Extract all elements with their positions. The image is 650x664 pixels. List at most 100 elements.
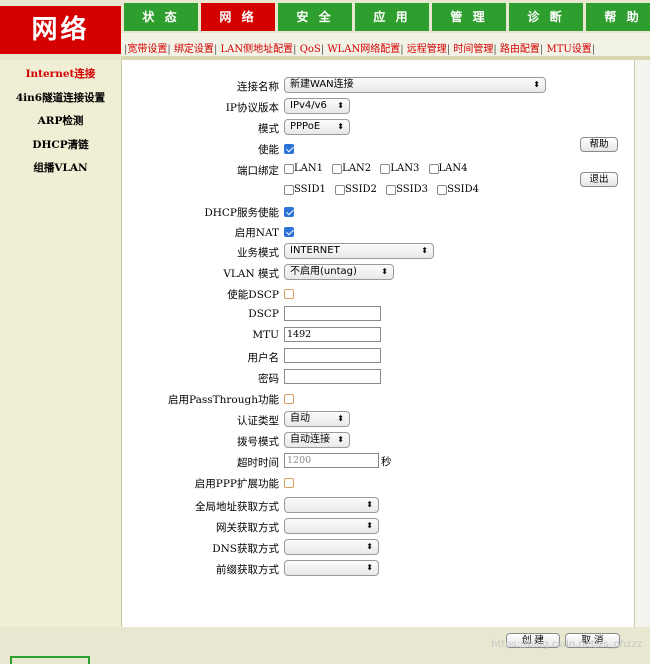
row-global-addr: 全局地址获取方式 ⬍ bbox=[122, 496, 636, 516]
tab-application[interactable]: 应 用 bbox=[355, 3, 429, 31]
ssid1-checkbox[interactable] bbox=[284, 184, 294, 195]
row-dhcp-enable: DHCP服务使能 bbox=[122, 202, 636, 222]
sidebar-item-arp[interactable]: ARP检测 bbox=[0, 110, 121, 134]
row-vlan-mode: VLAN 模式 不启用(untag) ⬍ bbox=[122, 263, 636, 283]
sidebar-item-internet[interactable]: Internet连接 bbox=[0, 63, 121, 87]
row-dial-mode: 拨号模式 自动连接 ⬍ bbox=[122, 431, 636, 451]
subnav-time[interactable]: 时间管理 bbox=[453, 44, 493, 55]
main-tabs: 状 态 网 络 安 全 应 用 管 理 诊 断 帮 助 bbox=[124, 3, 650, 31]
enable-label: 使能 bbox=[258, 144, 279, 156]
watermark-text: https://blog.csdn.net/zs_phzzz bbox=[491, 639, 642, 650]
lan1-checkbox[interactable] bbox=[284, 163, 294, 174]
subnav-route[interactable]: 路由配置 bbox=[500, 44, 540, 55]
dhcp-enable-checkbox[interactable] bbox=[284, 207, 294, 217]
row-prefix: 前缀获取方式 ⬍ bbox=[122, 559, 636, 579]
mode-select[interactable]: PPPoE ⬍ bbox=[284, 119, 350, 135]
row-timeout: 超时时间 1200 秒 bbox=[122, 452, 636, 472]
row-enable: 使能 bbox=[122, 139, 636, 159]
dscp-input[interactable] bbox=[284, 306, 381, 321]
subnav-lan[interactable]: LAN侧地址配置 bbox=[221, 44, 294, 55]
select-arrow-icon: ⬍ bbox=[337, 101, 344, 110]
ssid4-checkbox[interactable] bbox=[437, 184, 448, 195]
subnav-broadband[interactable]: 宽带设置 bbox=[127, 44, 167, 55]
ssid3-checkbox[interactable] bbox=[386, 184, 397, 195]
select-arrow-icon: ⬍ bbox=[337, 414, 344, 423]
password-input[interactable] bbox=[284, 369, 381, 384]
select-arrow-icon: ⬍ bbox=[337, 122, 344, 131]
vlan-mode-select[interactable]: 不启用(untag) ⬍ bbox=[284, 264, 394, 280]
sidebar-item-multicast-vlan[interactable]: 组播VLAN bbox=[0, 157, 121, 181]
row-ip-version: IP协议版本 IPv4/v6 ⬍ bbox=[122, 97, 636, 117]
auth-type-select[interactable]: 自动 ⬍ bbox=[284, 411, 350, 427]
ppp-ext-checkbox[interactable] bbox=[284, 478, 294, 488]
dscp-label: DSCP bbox=[248, 308, 279, 320]
tab-network[interactable]: 网 络 bbox=[201, 3, 275, 31]
row-auth-type: 认证类型 自动 ⬍ bbox=[122, 410, 636, 430]
enable-dscp-label: 使能DSCP bbox=[227, 289, 279, 301]
mtu-label: MTU bbox=[252, 329, 279, 341]
tab-status[interactable]: 状 态 bbox=[124, 3, 198, 31]
subnav-links: |宽带设置| 绑定设置| LAN侧地址配置| QoS| WLAN网络配置| 远程… bbox=[124, 44, 596, 55]
dns-label: DNS获取方式 bbox=[212, 543, 279, 555]
service-mode-select[interactable]: INTERNET ⬍ bbox=[284, 243, 434, 259]
timeout-input[interactable]: 1200 bbox=[284, 453, 379, 468]
gateway-select[interactable]: ⬍ bbox=[284, 518, 379, 534]
lan2-label: LAN2 bbox=[342, 163, 372, 174]
select-arrow-icon: ⬍ bbox=[337, 435, 344, 444]
dial-mode-select[interactable]: 自动连接 ⬍ bbox=[284, 432, 350, 448]
mode-label: 模式 bbox=[258, 123, 279, 135]
gateway-label: 网关获取方式 bbox=[216, 522, 279, 534]
prefix-select[interactable]: ⬍ bbox=[284, 560, 379, 576]
partial-logo bbox=[10, 656, 90, 664]
passthrough-checkbox[interactable] bbox=[284, 394, 294, 404]
global-addr-select[interactable]: ⬍ bbox=[284, 497, 379, 513]
tab-security[interactable]: 安 全 bbox=[278, 3, 352, 31]
conn-name-label: 连接名称 bbox=[237, 81, 279, 93]
lan4-checkbox[interactable] bbox=[428, 163, 439, 174]
lan2-checkbox[interactable] bbox=[332, 163, 343, 174]
lan3-checkbox[interactable] bbox=[380, 163, 391, 174]
ip-version-label: IP协议版本 bbox=[225, 102, 279, 114]
row-passthrough: 启用PassThrough功能 bbox=[122, 389, 636, 409]
timeout-label: 超时时间 bbox=[237, 457, 279, 469]
ssid2-checkbox[interactable] bbox=[335, 184, 346, 195]
row-port-bind-lan: 端口绑定 LAN1 LAN2 LAN3 LAN4 bbox=[122, 160, 636, 180]
username-input[interactable] bbox=[284, 348, 381, 363]
ppp-ext-label: 启用PPP扩展功能 bbox=[194, 478, 279, 490]
tab-management[interactable]: 管 理 bbox=[432, 3, 506, 31]
conn-name-select[interactable]: 新建WAN连接 ⬍ bbox=[284, 77, 546, 93]
dns-select[interactable]: ⬍ bbox=[284, 539, 379, 555]
tab-help[interactable]: 帮 助 bbox=[586, 3, 650, 31]
ip-version-select[interactable]: IPv4/v6 ⬍ bbox=[284, 98, 350, 114]
subnav-wlan[interactable]: WLAN网络配置 bbox=[327, 44, 400, 55]
row-conn-name: 连接名称 新建WAN连接 ⬍ bbox=[122, 76, 636, 96]
row-service-mode: 业务模式 INTERNET ⬍ bbox=[122, 242, 636, 262]
timeout-unit: 秒 bbox=[381, 456, 392, 468]
prefix-label: 前缀获取方式 bbox=[216, 564, 279, 576]
select-arrow-icon: ⬍ bbox=[366, 563, 373, 572]
select-arrow-icon: ⬍ bbox=[421, 246, 428, 255]
enable-dscp-checkbox[interactable] bbox=[284, 289, 294, 299]
subnav-remote[interactable]: 远程管理 bbox=[407, 44, 447, 55]
sidebar-item-dhcp[interactable]: DHCP清链 bbox=[0, 134, 121, 158]
subnav-binding[interactable]: 绑定设置 bbox=[174, 44, 214, 55]
select-arrow-icon: ⬍ bbox=[381, 267, 388, 276]
nat-checkbox[interactable] bbox=[284, 227, 294, 237]
dhcp-enable-label: DHCP服务使能 bbox=[204, 207, 279, 219]
enable-checkbox[interactable] bbox=[284, 144, 294, 154]
row-mtu: MTU 1492 bbox=[122, 326, 636, 346]
subnav-qos[interactable]: QoS bbox=[300, 44, 321, 55]
password-label: 密码 bbox=[258, 373, 279, 385]
row-dscp: DSCP bbox=[122, 305, 636, 325]
subnav-mtu[interactable]: MTU设置 bbox=[546, 44, 591, 55]
username-label: 用户名 bbox=[247, 352, 280, 364]
sidebar-item-4in6[interactable]: 4in6隧道连接设置 bbox=[0, 87, 121, 111]
global-addr-label: 全局地址获取方式 bbox=[195, 501, 279, 513]
nat-label: 启用NAT bbox=[234, 227, 279, 239]
auth-type-label: 认证类型 bbox=[237, 415, 279, 427]
router-admin-page: 网络 状 态 网 络 安 全 应 用 管 理 诊 断 帮 助 |宽带设置| 绑定… bbox=[0, 0, 650, 664]
mtu-input[interactable]: 1492 bbox=[284, 327, 381, 342]
tab-diagnosis[interactable]: 诊 断 bbox=[509, 3, 583, 31]
sidebar: Internet连接 4in6隧道连接设置 ARP检测 DHCP清链 组播VLA… bbox=[0, 60, 121, 627]
help-button[interactable]: 帮助 bbox=[580, 137, 618, 152]
